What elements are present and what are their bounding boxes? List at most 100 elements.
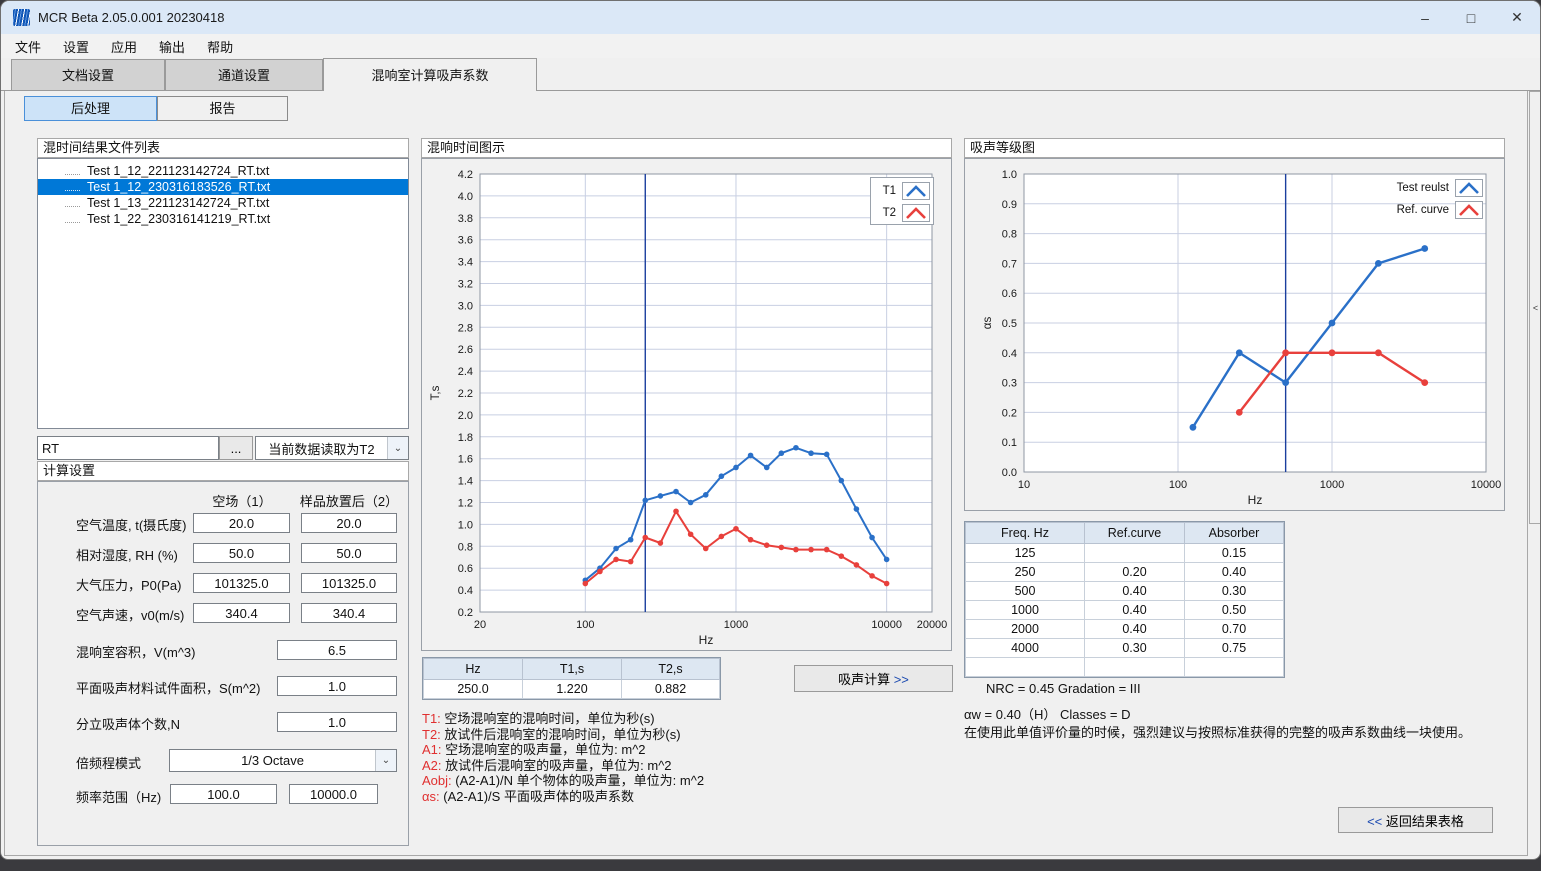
table-header-row: Freq. Hz Ref.curve Absorber [966, 523, 1284, 544]
svg-text:3.2: 3.2 [458, 279, 473, 291]
svg-text:3.6: 3.6 [458, 235, 473, 247]
grade-chart-box: 0.00.10.20.30.40.50.60.70.80.91.01010010… [964, 158, 1505, 511]
table-row: 5000.400.30 [966, 582, 1284, 601]
chevron-down-icon[interactable]: ⌄ [375, 750, 396, 771]
list-item-selected[interactable]: Test 1_12_230316183526_RT.txt [38, 179, 408, 195]
tab-channel-settings[interactable]: 通道设置 [165, 59, 323, 90]
octave-mode-combo[interactable]: 1/3 Octave ⌄ [169, 749, 397, 772]
svg-text:0.9: 0.9 [1002, 199, 1017, 211]
menu-apply[interactable]: 应用 [107, 35, 141, 58]
collapse-left-icon[interactable]: < [1533, 303, 1538, 313]
freq-max-input[interactable] [289, 784, 378, 804]
svg-text:20000: 20000 [917, 619, 948, 631]
nrc-result-text: NRC = 0.45 Gradation = III [986, 681, 1141, 696]
grade-chart-panel-title: 吸声等级图 [964, 138, 1505, 158]
list-item[interactable]: Test 1_12_221123142724_RT.txt [38, 163, 408, 179]
column-header-empty-room: 空场（1） [197, 491, 287, 510]
tree-branch-icon [65, 215, 80, 223]
svg-text:0.2: 0.2 [458, 607, 473, 619]
tree-branch-icon [65, 167, 80, 175]
chevron-down-icon[interactable]: ⌄ [387, 437, 408, 459]
list-item[interactable]: Test 1_13_221123142724_RT.txt [38, 195, 408, 211]
temperature-input-2[interactable] [301, 513, 397, 533]
legend-label-test-result: Test reulst [1397, 182, 1449, 194]
svg-text:3.8: 3.8 [458, 213, 473, 225]
list-item[interactable]: Test 1_22_230316141219_RT.txt [38, 211, 408, 227]
rt-chart-svg: 0.20.40.60.81.01.21.41.61.82.02.22.42.62… [422, 159, 951, 650]
table-row [966, 658, 1284, 677]
test-result-legend-icon [1455, 179, 1483, 197]
rt-chart-box: 0.20.40.60.81.01.21.41.61.82.02.22.42.62… [421, 158, 952, 651]
double-arrow-left-icon: << [1367, 814, 1382, 829]
menu-settings[interactable]: 设置 [59, 35, 93, 58]
tab-strip: 文档设置 通道设置 混响室计算吸声系数 [1, 58, 1540, 91]
col-header-freq: Freq. Hz [966, 523, 1085, 544]
back-to-results-button[interactable]: << 返回结果表格 [1338, 807, 1493, 833]
usage-note-text: 在使用此单值评价量的时候，强烈建议与按照标准获得的完整的吸声系数曲线一块使用。 [964, 722, 1471, 741]
tree-branch-icon [65, 199, 80, 207]
note-term: A2: [422, 758, 442, 773]
double-arrow-right-icon: >> [894, 672, 909, 687]
svg-text:10000: 10000 [871, 619, 902, 631]
close-button[interactable]: ✕ [1494, 1, 1540, 34]
absorber-count-input[interactable] [277, 712, 397, 732]
svg-text:2.6: 2.6 [458, 344, 473, 356]
field-label-sample-area: 平面吸声材料试件面积，S(m^2) [76, 678, 261, 697]
subtab-report[interactable]: 报告 [157, 96, 288, 121]
t2-legend-icon [902, 204, 930, 222]
humidity-input-2[interactable] [301, 543, 397, 563]
menu-help[interactable]: 帮助 [203, 35, 237, 58]
svg-text:0.7: 0.7 [1002, 258, 1017, 270]
svg-text:0.8: 0.8 [458, 541, 473, 553]
svg-text:2.4: 2.4 [458, 366, 473, 378]
legend-label-t1: T1 [883, 185, 896, 197]
field-label-humidity: 相对湿度, RH (%) [76, 545, 178, 564]
table-row: 20000.400.70 [966, 620, 1284, 639]
rt-name-input[interactable] [37, 436, 219, 460]
grade-chart-legend: Test reulst Ref. curve [1363, 177, 1483, 221]
data-read-as-combo[interactable]: 当前数据读取为T2 ⌄ [255, 436, 409, 460]
col-header-hz: Hz [424, 659, 523, 680]
table-row: 10000.400.50 [966, 601, 1284, 620]
rt-file-list: Test 1_12_221123142724_RT.txt Test 1_12_… [37, 158, 409, 429]
table-header-row: Hz T1,s T2,s [424, 659, 720, 680]
sample-area-input[interactable] [277, 676, 397, 696]
column-header-with-sample: 样品放置后（2） [299, 491, 399, 510]
application-window: MCR Beta 2.05.0.001 20230418 – □ ✕ 文件 设置… [0, 0, 1541, 871]
table-row: 40000.300.75 [966, 639, 1284, 658]
svg-text:0.4: 0.4 [458, 585, 473, 597]
table-row: 1250.15 [966, 544, 1284, 563]
menu-output[interactable]: 输出 [155, 35, 189, 58]
svg-text:20: 20 [474, 619, 486, 631]
field-label-pressure: 大气压力，P0(Pa) [76, 575, 181, 594]
freq-min-input[interactable] [170, 784, 277, 804]
humidity-input-1[interactable] [193, 543, 290, 563]
table-row: 2500.200.40 [966, 563, 1284, 582]
menu-file[interactable]: 文件 [11, 35, 45, 58]
svg-text:10000: 10000 [1471, 479, 1502, 491]
panel-collapse-splitter[interactable]: < [1529, 91, 1541, 524]
tab-document-settings[interactable]: 文档设置 [11, 59, 165, 90]
svg-text:4.0: 4.0 [458, 191, 473, 203]
pressure-input-2[interactable] [301, 573, 397, 593]
maximize-button[interactable]: □ [1448, 1, 1494, 34]
room-volume-input[interactable] [277, 640, 397, 660]
field-label-absorber-count: 分立吸声体个数,N [76, 714, 180, 733]
subtab-postprocess[interactable]: 后处理 [24, 96, 157, 121]
sound-speed-input-1[interactable] [193, 603, 290, 623]
note-term: A1: [422, 742, 442, 757]
aw-result-text: αw = 0.40（H） Classes = D [964, 704, 1130, 723]
svg-text:100: 100 [1169, 479, 1187, 491]
sound-speed-input-2[interactable] [301, 603, 397, 623]
minimize-button[interactable]: – [1402, 1, 1448, 34]
legend-label-ref-curve: Ref. curve [1397, 204, 1449, 216]
terminology-notes: T1: 空场混响室的混响时间，单位为秒(s) T2: 放试件后混响室的混响时间，… [422, 711, 704, 804]
absorption-calc-button[interactable]: 吸声计算 >> [794, 665, 953, 692]
temperature-input-1[interactable] [193, 513, 290, 533]
col-header-t1: T1,s [523, 659, 622, 680]
svg-text:1.2: 1.2 [458, 498, 473, 510]
pressure-input-1[interactable] [193, 573, 290, 593]
tab-reverberation-absorption[interactable]: 混响室计算吸声系数 [323, 58, 537, 91]
svg-text:100: 100 [576, 619, 594, 631]
browse-button[interactable]: ... [219, 436, 253, 460]
